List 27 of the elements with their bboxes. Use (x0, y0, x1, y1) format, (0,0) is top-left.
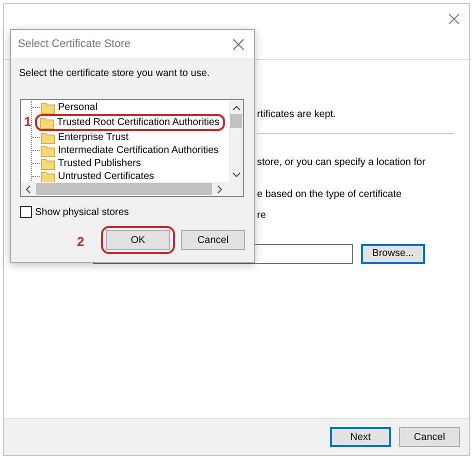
description-text: store, or you can specify a location for (257, 156, 426, 170)
scrollbar-thumb[interactable] (230, 114, 242, 128)
dialog-title: Select Certificate Store (18, 38, 130, 50)
cancel-button[interactable]: Cancel (181, 230, 245, 250)
browse-button[interactable]: Browse... (361, 244, 425, 264)
folder-icon (41, 144, 55, 156)
checkbox-label[interactable]: Show physical stores (35, 206, 129, 218)
scroll-left-icon[interactable] (25, 184, 31, 194)
next-button[interactable]: Next (330, 427, 391, 447)
store-item[interactable]: Trusted Root Certification Authorities (40, 116, 220, 129)
description-text: rtificates are kept. (257, 108, 336, 122)
instruction-text: Select the certificate store you want to use. (19, 67, 210, 81)
scroll-down-icon[interactable] (232, 172, 240, 178)
ok-button[interactable]: OK (106, 230, 170, 250)
scroll-right-icon[interactable] (217, 184, 223, 194)
description-text: re (257, 209, 266, 223)
folder-icon (40, 116, 54, 128)
checkbox[interactable] (20, 206, 32, 218)
callout-number: 2 (77, 235, 84, 249)
description-text: e based on the type of certificate (257, 188, 402, 202)
callout-number: 1 (24, 115, 32, 129)
cancel-button[interactable]: Cancel (399, 427, 460, 447)
close-icon[interactable] (232, 38, 245, 50)
scrollbar-thumb[interactable] (36, 183, 212, 195)
close-icon[interactable] (448, 13, 460, 25)
scroll-up-icon[interactable] (232, 105, 240, 111)
folder-icon (41, 158, 55, 170)
